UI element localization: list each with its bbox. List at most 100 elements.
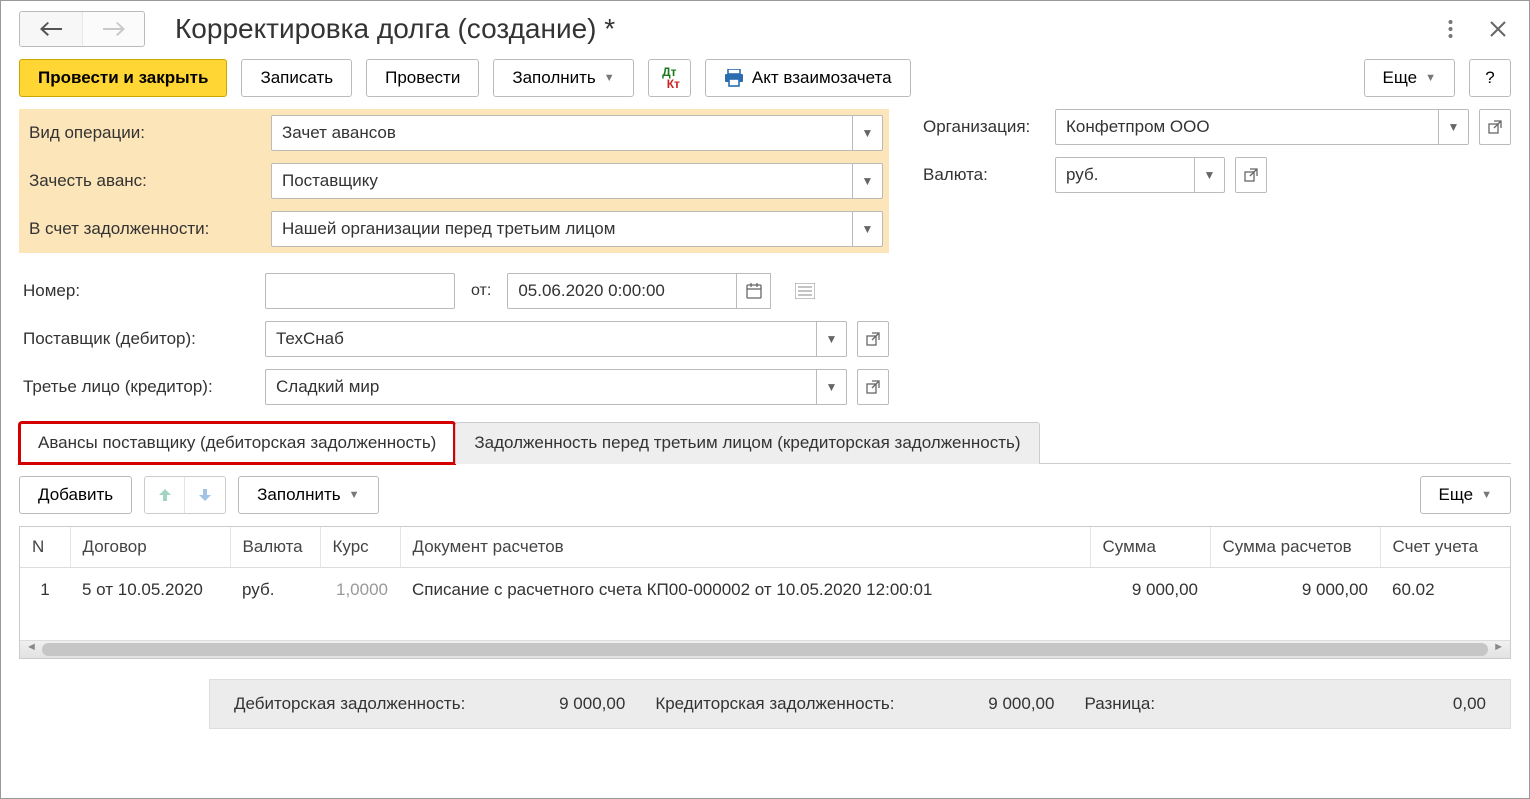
chevron-down-icon: ▼ xyxy=(604,72,615,84)
tab-advances-supplier[interactable]: Авансы поставщику (дебиторская задолженн… xyxy=(19,422,455,464)
chevron-down-icon[interactable]: ▼ xyxy=(1439,109,1469,145)
cell-contract: 5 от 10.05.2020 xyxy=(70,568,230,613)
grid-fill-button[interactable]: Заполнить ▼ xyxy=(238,476,378,514)
arrow-right-icon xyxy=(103,22,125,36)
col-rate[interactable]: Курс xyxy=(320,527,400,568)
offset-advance-value[interactable]: Поставщику xyxy=(271,163,853,199)
open-icon xyxy=(1244,168,1258,182)
col-sum[interactable]: Сумма xyxy=(1090,527,1210,568)
chevron-down-icon: ▼ xyxy=(1425,72,1436,84)
col-sum-calc[interactable]: Сумма расчетов xyxy=(1210,527,1380,568)
number-label: Номер: xyxy=(19,273,259,309)
currency-open-button[interactable] xyxy=(1235,157,1267,193)
chevron-down-icon[interactable]: ▼ xyxy=(853,163,883,199)
post-button[interactable]: Провести xyxy=(366,59,479,97)
supplier-field[interactable]: ТехСнаб ▼ xyxy=(265,321,847,357)
offset-act-button[interactable]: Акт взаимозачета xyxy=(705,59,911,97)
diff-label: Разница: xyxy=(1084,694,1155,714)
save-button[interactable]: Записать xyxy=(241,59,352,97)
grid-add-button[interactable]: Добавить xyxy=(19,476,132,514)
row-third-party: Третье лицо (кредитор): Сладкий мир ▼ xyxy=(19,369,889,405)
dtkt-button[interactable]: ДтКт xyxy=(648,59,691,97)
against-debt-field[interactable]: Нашей организации перед третьим лицом ▼ xyxy=(271,211,883,247)
credit-label: Кредиторская задолженность: xyxy=(655,694,894,714)
chevron-down-icon[interactable]: ▼ xyxy=(817,321,847,357)
grid-more-label: Еще xyxy=(1439,485,1474,505)
against-debt-label: В счет задолженности: xyxy=(25,211,265,247)
open-icon xyxy=(866,332,880,346)
organization-label: Организация: xyxy=(919,109,1049,145)
open-icon xyxy=(866,380,880,394)
row-organization: Организация: Конфетпром ООО ▼ xyxy=(919,109,1511,145)
against-debt-value[interactable]: Нашей организации перед третьим лицом xyxy=(271,211,853,247)
organization-field[interactable]: Конфетпром ООО ▼ xyxy=(1055,109,1469,145)
organization-value[interactable]: Конфетпром ООО xyxy=(1055,109,1439,145)
col-n[interactable]: N xyxy=(20,527,70,568)
window-title: Корректировка долга (создание) * xyxy=(175,13,615,45)
operation-kind-value[interactable]: Зачет авансов xyxy=(271,115,853,151)
grid-move-group xyxy=(144,476,226,514)
organization-open-button[interactable] xyxy=(1479,109,1511,145)
debit-value: 9 000,00 xyxy=(495,694,625,714)
operation-kind-field[interactable]: Зачет авансов ▼ xyxy=(271,115,883,151)
advances-table[interactable]: N Договор Валюта Курс Документ расчетов … xyxy=(20,527,1510,640)
main-toolbar: Провести и закрыть Записать Провести Зап… xyxy=(19,55,1511,109)
grid-more-button[interactable]: Еще ▼ xyxy=(1420,476,1511,514)
more-button[interactable]: Еще ▼ xyxy=(1364,59,1455,97)
row-against-debt: В счет задолженности: Нашей организации … xyxy=(25,211,883,247)
col-contract[interactable]: Договор xyxy=(70,527,230,568)
currency-label: Валюта: xyxy=(919,157,1049,193)
col-currency[interactable]: Валюта xyxy=(230,527,320,568)
form-left: Вид операции: Зачет авансов ▼ Зачесть ав… xyxy=(19,109,889,405)
chevron-down-icon[interactable]: ▼ xyxy=(817,369,847,405)
tab-debt-third-party[interactable]: Задолженность перед третьим лицом (креди… xyxy=(455,422,1039,464)
more-label: Еще xyxy=(1383,68,1418,88)
document-window: Корректировка долга (создание) * Провест… xyxy=(0,0,1530,799)
col-account[interactable]: Счет учета xyxy=(1380,527,1510,568)
cell-sum-calc: 9 000,00 xyxy=(1210,568,1380,613)
cell-rate: 1,0000 xyxy=(320,568,400,613)
move-up-button[interactable] xyxy=(145,477,185,513)
close-button[interactable] xyxy=(1485,16,1511,42)
supplier-open-button[interactable] xyxy=(857,321,889,357)
grid-fill-label: Заполнить xyxy=(257,485,340,505)
titlebar: Корректировка долга (создание) * xyxy=(19,1,1511,55)
help-button[interactable]: ? xyxy=(1469,59,1511,97)
number-input[interactable] xyxy=(265,273,455,309)
chevron-down-icon[interactable]: ▼ xyxy=(1195,157,1225,193)
table-row[interactable]: 1 5 от 10.05.2020 руб. 1,0000 Списание с… xyxy=(20,568,1510,613)
printer-icon xyxy=(724,69,744,87)
currency-field[interactable]: руб. ▼ xyxy=(1055,157,1225,193)
date-input[interactable]: 05.06.2020 0:00:00 xyxy=(507,273,737,309)
offset-advance-field[interactable]: Поставщику ▼ xyxy=(271,163,883,199)
diff-value: 0,00 xyxy=(1356,694,1486,714)
third-party-open-button[interactable] xyxy=(857,369,889,405)
move-down-button[interactable] xyxy=(185,477,225,513)
debit-label: Дебиторская задолженность: xyxy=(234,694,465,714)
currency-value[interactable]: руб. xyxy=(1055,157,1195,193)
third-party-field[interactable]: Сладкий мир ▼ xyxy=(265,369,847,405)
third-party-value[interactable]: Сладкий мир xyxy=(265,369,817,405)
tabs: Авансы поставщику (дебиторская задолженн… xyxy=(19,421,1511,464)
arrow-down-icon xyxy=(198,488,212,502)
nav-forward-button[interactable] xyxy=(82,12,144,46)
chevron-down-icon[interactable]: ▼ xyxy=(853,211,883,247)
post-and-close-button[interactable]: Провести и закрыть xyxy=(19,59,227,97)
nav-group xyxy=(19,11,145,47)
chevron-down-icon[interactable]: ▼ xyxy=(853,115,883,151)
kebab-menu-button[interactable] xyxy=(1437,16,1463,42)
supplier-value[interactable]: ТехСнаб xyxy=(265,321,817,357)
arrow-up-icon xyxy=(158,488,172,502)
third-party-label: Третье лицо (кредитор): xyxy=(19,369,259,405)
fill-button[interactable]: Заполнить ▼ xyxy=(493,59,633,97)
horizontal-scrollbar[interactable] xyxy=(20,640,1510,658)
cell-account: 60.02 xyxy=(1380,568,1510,613)
cell-sum: 9 000,00 xyxy=(1090,568,1210,613)
chevron-down-icon: ▼ xyxy=(1481,489,1492,501)
list-icon-button[interactable] xyxy=(795,283,815,299)
offset-act-label: Акт взаимозачета xyxy=(752,68,892,88)
calendar-button[interactable] xyxy=(737,273,771,309)
row-supplier: Поставщик (дебитор): ТехСнаб ▼ xyxy=(19,321,889,357)
nav-back-button[interactable] xyxy=(20,12,82,46)
col-doc[interactable]: Документ расчетов xyxy=(400,527,1090,568)
